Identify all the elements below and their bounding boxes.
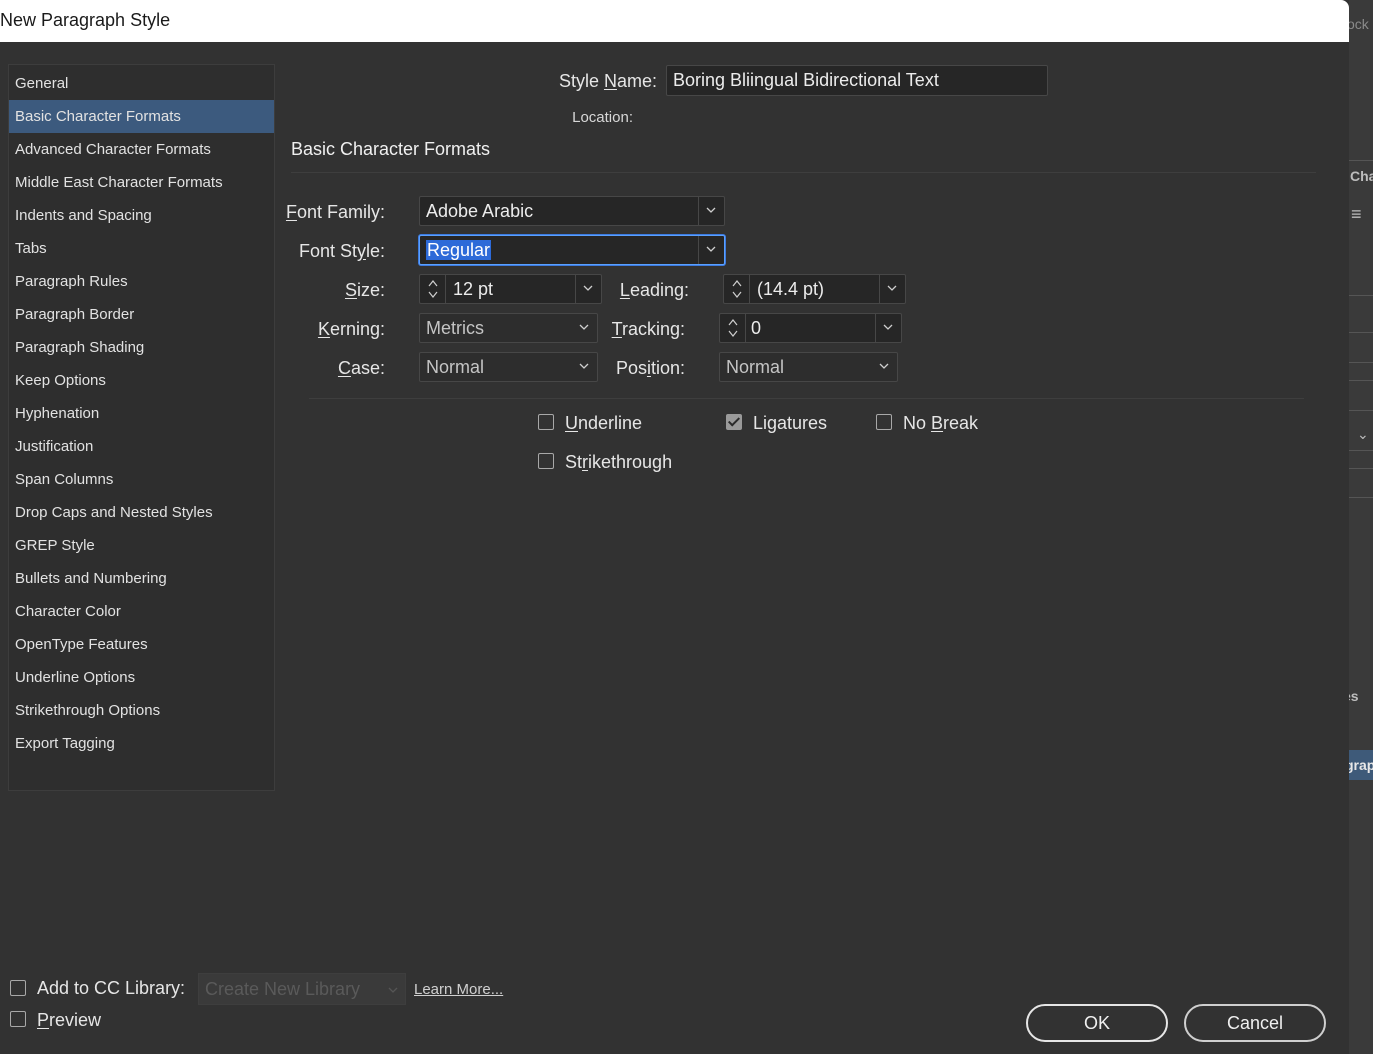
- size-spinner[interactable]: [420, 275, 446, 303]
- category-list: General Basic Character Formats Advanced…: [8, 64, 275, 791]
- chevron-down-icon[interactable]: [582, 282, 594, 294]
- style-name-input[interactable]: Boring Bliingual Bidirectional Text: [666, 65, 1048, 96]
- dialog-title: New Paragraph Style: [0, 10, 171, 30]
- style-name-label: Style Name:: [558, 71, 657, 91]
- bg-text-fragment: es: [1349, 688, 1359, 704]
- cancel-button[interactable]: Cancel: [1184, 1004, 1326, 1042]
- chevron-down-icon[interactable]: [578, 321, 590, 333]
- sidebar-item-grep-style[interactable]: GREP Style: [9, 529, 274, 562]
- sidebar-item-basic-character-formats[interactable]: Basic Character Formats: [9, 100, 274, 133]
- sidebar-item-character-color[interactable]: Character Color: [9, 595, 274, 628]
- size-stepper[interactable]: 12 pt: [419, 274, 602, 304]
- stepper-down-icon[interactable]: [731, 290, 743, 300]
- preview-checkbox[interactable]: [10, 1011, 26, 1027]
- leading-value: (14.4 pt): [757, 279, 825, 299]
- bg-text-fragment: grap: [1349, 757, 1373, 773]
- chevron-down-icon[interactable]: [878, 360, 890, 372]
- background-app-panel: ock Cha ≡ ⌄ es grap: [1349, 0, 1373, 1054]
- title-bar[interactable]: New Paragraph Style: [0, 0, 1349, 42]
- position-label: Position:: [615, 358, 685, 378]
- bg-text-fragment: ock: [1349, 16, 1369, 32]
- ligatures-label[interactable]: Ligatures: [753, 413, 827, 434]
- font-family-value: Adobe Arabic: [426, 201, 534, 221]
- add-cc-library-label[interactable]: Add to CC Library:: [37, 978, 185, 999]
- sidebar-item-drop-caps-and-nested-styles[interactable]: Drop Caps and Nested Styles: [9, 496, 274, 529]
- bg-chevron-icon: ⌄: [1357, 426, 1369, 442]
- strikethrough-label[interactable]: Strikethrough: [565, 452, 672, 473]
- sidebar-item-tabs[interactable]: Tabs: [9, 232, 274, 265]
- underline-checkbox[interactable]: [538, 414, 554, 430]
- sidebar-item-export-tagging[interactable]: Export Tagging: [9, 727, 274, 760]
- no-break-label[interactable]: No Break: [903, 413, 978, 434]
- kerning-value: Metrics: [426, 318, 484, 338]
- cc-library-select: Create New Library: [198, 973, 406, 1005]
- sidebar-item-bullets-and-numbering[interactable]: Bullets and Numbering: [9, 562, 274, 595]
- chevron-down-icon[interactable]: [882, 321, 894, 333]
- ligatures-checkbox[interactable]: [726, 414, 742, 430]
- chevron-down-icon[interactable]: [705, 204, 717, 216]
- location-label: Location:: [572, 109, 633, 126]
- leading-spinner[interactable]: [724, 275, 750, 303]
- tracking-label: Tracking:: [611, 319, 685, 339]
- add-cc-library-checkbox[interactable]: [10, 980, 26, 996]
- stepper-up-icon[interactable]: [427, 278, 439, 288]
- sidebar-item-opentype-features[interactable]: OpenType Features: [9, 628, 274, 661]
- stepper-down-icon[interactable]: [727, 329, 739, 339]
- case-label: Case:: [337, 358, 385, 378]
- stepper-up-icon[interactable]: [727, 317, 739, 327]
- stepper-down-icon[interactable]: [427, 290, 439, 300]
- sidebar-item-indents-and-spacing[interactable]: Indents and Spacing: [9, 199, 274, 232]
- kerning-label: Kerning:: [317, 319, 385, 339]
- position-select[interactable]: Normal: [719, 352, 898, 382]
- strikethrough-checkbox[interactable]: [538, 453, 554, 469]
- chevron-down-icon[interactable]: [705, 243, 717, 255]
- position-value: Normal: [726, 357, 785, 377]
- size-value: 12 pt: [453, 279, 494, 299]
- stepper-up-icon[interactable]: [731, 278, 743, 288]
- font-family-label: Font Family:: [285, 202, 385, 222]
- tracking-spinner[interactable]: [720, 314, 746, 342]
- sidebar-item-justification[interactable]: Justification: [9, 430, 274, 463]
- case-select[interactable]: Normal: [419, 352, 598, 382]
- tracking-value: 0: [751, 318, 762, 338]
- sidebar-item-paragraph-shading[interactable]: Paragraph Shading: [9, 331, 274, 364]
- learn-more-link[interactable]: Learn More...: [414, 981, 503, 998]
- sidebar-item-middle-east-character-formats[interactable]: Middle East Character Formats: [9, 166, 274, 199]
- kerning-select[interactable]: Metrics: [419, 313, 598, 343]
- underline-label[interactable]: Underline: [565, 413, 642, 434]
- sidebar-item-general[interactable]: General: [9, 67, 274, 100]
- sidebar-item-advanced-character-formats[interactable]: Advanced Character Formats: [9, 133, 274, 166]
- sidebar-item-keep-options[interactable]: Keep Options: [9, 364, 274, 397]
- new-paragraph-style-dialog: New Paragraph Style General Basic Charac…: [0, 0, 1349, 1054]
- font-style-select[interactable]: Regular: [419, 235, 725, 265]
- sidebar-item-span-columns[interactable]: Span Columns: [9, 463, 274, 496]
- no-break-checkbox[interactable]: [876, 414, 892, 430]
- section-title: Basic Character Formats: [291, 139, 491, 159]
- size-label: Size:: [344, 280, 385, 300]
- leading-label: Leading:: [619, 280, 689, 300]
- preview-label[interactable]: Preview: [37, 1010, 101, 1031]
- tracking-stepper[interactable]: 0: [719, 313, 902, 343]
- font-style-value: Regular: [426, 240, 492, 260]
- leading-stepper[interactable]: (14.4 pt): [723, 274, 906, 304]
- chevron-down-icon: [388, 987, 398, 993]
- sidebar-item-paragraph-border[interactable]: Paragraph Border: [9, 298, 274, 331]
- sidebar-item-strikethrough-options[interactable]: Strikethrough Options: [9, 694, 274, 727]
- sidebar-item-hyphenation[interactable]: Hyphenation: [9, 397, 274, 430]
- bg-text-fragment: Cha: [1350, 168, 1373, 184]
- sidebar-item-paragraph-rules[interactable]: Paragraph Rules: [9, 265, 274, 298]
- chevron-down-icon[interactable]: [886, 282, 898, 294]
- font-family-select[interactable]: Adobe Arabic: [419, 196, 725, 226]
- cc-library-value: Create New Library: [205, 979, 361, 999]
- font-style-label: Font Style:: [298, 241, 385, 261]
- ok-button[interactable]: OK: [1026, 1004, 1168, 1042]
- sidebar-item-underline-options[interactable]: Underline Options: [9, 661, 274, 694]
- bg-menu-icon: ≡: [1351, 204, 1362, 224]
- case-value: Normal: [426, 357, 485, 377]
- chevron-down-icon[interactable]: [578, 360, 590, 372]
